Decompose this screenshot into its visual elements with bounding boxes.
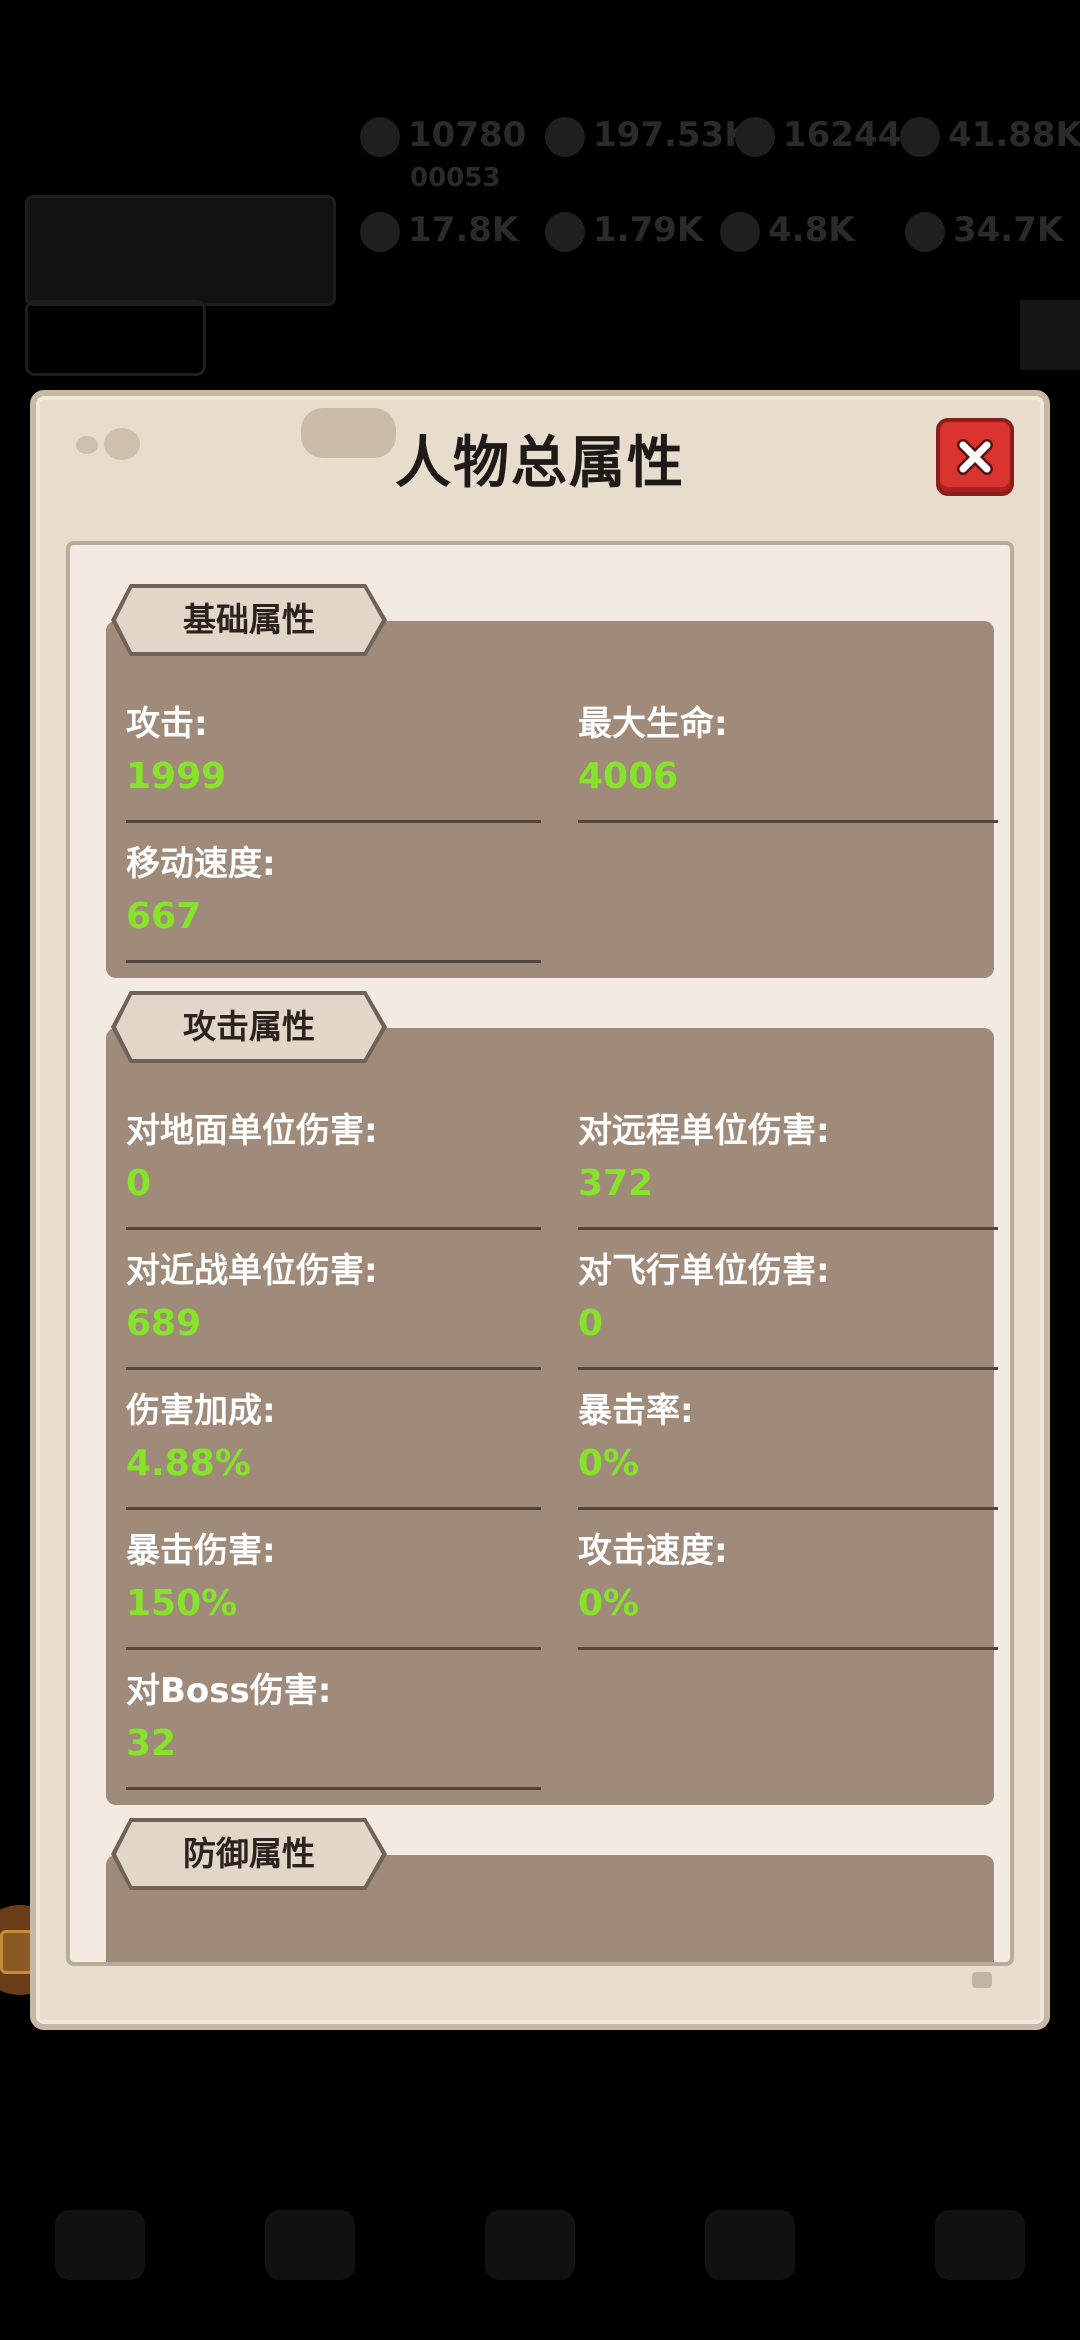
attack-attributes-panel: 对地面单位伤害: 0 对远程单位伤害: 372 对近战单位伤害: 689 对飞行…: [106, 1028, 998, 1805]
nav-item-3[interactable]: [470, 2210, 590, 2320]
nav-icon: [705, 2210, 795, 2280]
divider: [578, 820, 998, 823]
iron-icon: [720, 211, 760, 252]
dialog-title: 人物总属性: [395, 431, 685, 496]
stat-ranged-damage: 对远程单位伤害: 372: [578, 1103, 998, 1238]
stat-boss-damage: 对Boss伤害: 32: [126, 1663, 541, 1798]
nav-item-2[interactable]: [250, 2210, 370, 2320]
stat-attack-speed: 攻击速度: 0%: [578, 1523, 998, 1658]
stone-icon: [545, 211, 585, 252]
gem-icon: [545, 116, 585, 157]
nav-icon: [265, 2210, 355, 2280]
divider: [126, 1647, 541, 1650]
nav-item-4[interactable]: [690, 2210, 810, 2320]
close-icon: [957, 439, 993, 475]
bg-tab-1[interactable]: [25, 300, 206, 376]
stat-move-speed: 移动速度: 667: [126, 836, 541, 971]
power-icon: [900, 116, 940, 157]
bottom-nav: [0, 2080, 1080, 2340]
close-button[interactable]: [936, 418, 1014, 496]
nav-item-1[interactable]: [40, 2210, 160, 2320]
stat-attack: 攻击: 1999: [126, 696, 541, 831]
resource-iron: 4.8K: [720, 210, 855, 252]
stat-damage-bonus: 伤害加成: 4.88%: [126, 1383, 541, 1518]
resource-stone: 1.79K: [545, 210, 703, 252]
defense-attributes-tab: 防御属性: [108, 1815, 390, 1893]
resource-food: 34.7K: [905, 210, 1063, 252]
player-id: 00053: [410, 163, 501, 193]
nav-item-5[interactable]: [920, 2210, 1040, 2320]
bg-tab-2[interactable]: [225, 300, 395, 370]
stat-crit-damage: 暴击伤害: 150%: [126, 1523, 541, 1658]
bg-tab-3[interactable]: [425, 300, 625, 370]
divider: [126, 1507, 541, 1510]
divider: [126, 1367, 541, 1370]
gold-icon: [360, 116, 400, 157]
stat-flying-damage: 对飞行单位伤害: 0: [578, 1243, 998, 1378]
character-attributes-dialog: 人物总属性 攻击: 1999 最大生命: 4006 移动速度: 667 基础属性…: [30, 390, 1050, 2030]
basic-attributes-panel: 攻击: 1999 最大生命: 4006 移动速度: 667: [106, 621, 998, 978]
nav-icon: [485, 2210, 575, 2280]
food-icon: [905, 211, 945, 252]
stat-max-hp: 最大生命: 4006: [578, 696, 998, 831]
background-tabs: [25, 300, 1080, 380]
nav-icon: [55, 2210, 145, 2280]
decor-spot: [972, 1972, 992, 1988]
resource-gold: 10780: [360, 115, 526, 157]
divider: [578, 1647, 998, 1650]
divider: [578, 1507, 998, 1510]
divider: [126, 1227, 541, 1230]
energy-icon: [735, 116, 775, 157]
attack-attributes-tab: 攻击属性: [108, 988, 390, 1066]
stat-crit-rate: 暴击率: 0%: [578, 1383, 998, 1518]
divider: [578, 1227, 998, 1230]
nav-icon: [935, 2210, 1025, 2280]
divider: [126, 960, 541, 963]
divider: [126, 820, 541, 823]
resource-power: 41.88K: [900, 115, 1080, 157]
wood-icon: [360, 211, 400, 252]
resource-energy: 16244: [735, 115, 901, 157]
attributes-scroll-area[interactable]: 攻击: 1999 最大生命: 4006 移动速度: 667 基础属性 对地面单位…: [66, 541, 1014, 1966]
divider: [126, 1787, 541, 1790]
player-avatar[interactable]: [25, 195, 336, 306]
resource-bar: 10780 00053 197.53K 16244 41.88K 17.8K 1…: [0, 95, 1080, 306]
stat-melee-damage: 对近战单位伤害: 689: [126, 1243, 541, 1378]
basic-attributes-tab: 基础属性: [108, 581, 390, 659]
resource-gem: 197.53K: [545, 115, 751, 157]
divider: [578, 1367, 998, 1370]
stat-ground-damage: 对地面单位伤害: 0: [126, 1103, 541, 1238]
bg-close-icon[interactable]: [1020, 300, 1080, 370]
resource-wood: 17.8K: [360, 210, 518, 252]
